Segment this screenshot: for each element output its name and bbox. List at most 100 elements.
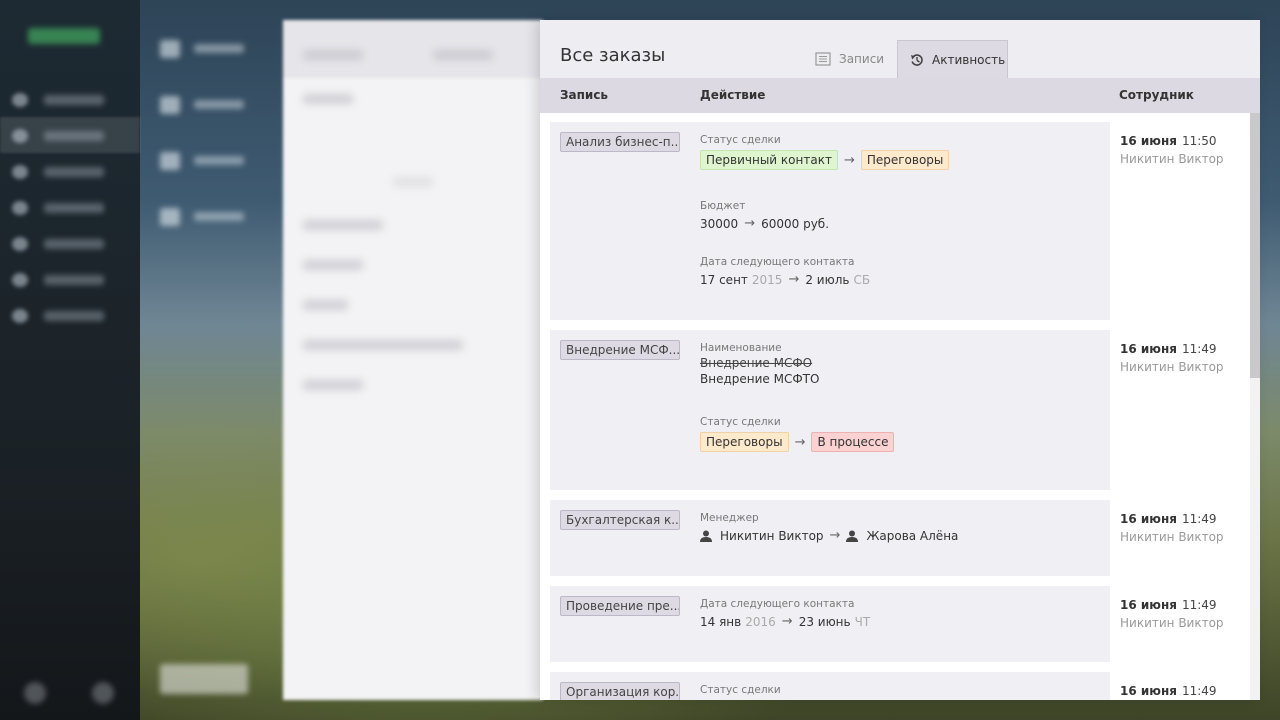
- change-budget: Бюджет 30000 → 60000 руб.: [700, 200, 829, 231]
- arrow-right-icon: →: [843, 152, 855, 168]
- arrow-right-icon: →: [788, 272, 800, 287]
- status-badge-from: Первичный контакт: [700, 150, 838, 170]
- field-label: Статус сделки: [700, 684, 781, 696]
- column-header-record: Запись: [560, 88, 609, 102]
- tab-records[interactable]: Записи: [815, 40, 884, 78]
- blurred-section-item: [160, 40, 250, 58]
- old-manager: Никитин Виктор: [720, 528, 824, 543]
- blurred-nav-item: [12, 273, 112, 287]
- entry-date: 16 июня: [1120, 598, 1177, 612]
- blurred-logo: [28, 28, 100, 44]
- activity-entry: Бухгалтерская к... Менеджер Никитин Викт…: [550, 500, 1110, 576]
- new-value: 60000 руб.: [761, 216, 830, 231]
- blurred-bottom-button: [24, 682, 46, 704]
- column-header-employee: Сотрудник: [1119, 88, 1194, 102]
- activity-list: Анализ бизнес-п... Статус сделки Первичн…: [540, 113, 1250, 700]
- blurred-nav-item: [12, 237, 112, 251]
- blurred-nav-item: [12, 309, 112, 323]
- entry-time: 11:49: [1181, 684, 1217, 698]
- old-date: 17 сент: [700, 272, 748, 287]
- scrollbar-thumb[interactable]: [1250, 113, 1260, 378]
- new-name: Внедрение МСФТО: [700, 372, 820, 386]
- column-header-action: Действие: [700, 88, 766, 102]
- change-status: Статус сделки: [700, 684, 781, 696]
- blurred-nav-item: [12, 129, 112, 143]
- entry-date: 16 июня: [1120, 342, 1177, 356]
- blurred-nav-item: [12, 93, 112, 107]
- entry-meta: 16 июня 11:49: [1120, 684, 1217, 698]
- entry-employee[interactable]: Никитин Виктор: [1120, 360, 1224, 374]
- field-label: Статус сделки: [700, 416, 781, 428]
- new-date-weekday: ЧТ: [854, 614, 871, 629]
- record-link[interactable]: Бухгалтерская к...: [560, 510, 680, 530]
- new-date: 2 июль: [805, 272, 850, 287]
- entry-time: 11:50: [1181, 134, 1217, 148]
- change-next-contact: Дата следующего контакта 14 янв 2016 → 2…: [700, 598, 870, 629]
- field-label: Наименование: [700, 342, 782, 354]
- blurred-input: [160, 664, 248, 694]
- entry-employee[interactable]: Никитин Виктор: [1120, 152, 1224, 166]
- field-label: Статус сделки: [700, 134, 781, 146]
- panel-header: Все заказы Записи Активность: [540, 20, 1260, 79]
- new-date-weekday: СБ: [853, 272, 871, 287]
- blurred-section-item: [160, 208, 250, 226]
- tab-activity[interactable]: Активность: [897, 40, 1008, 78]
- field-label: Бюджет: [700, 200, 746, 212]
- entry-date: 16 июня: [1120, 684, 1177, 698]
- arrow-right-icon: →: [781, 614, 793, 629]
- entry-meta: 16 июня 11:49 Никитин Виктор: [1120, 512, 1224, 544]
- change-status: Статус сделки Переговоры → В процессе: [700, 416, 895, 452]
- user-icon: [846, 530, 859, 542]
- entry-date: 16 июня: [1120, 512, 1177, 526]
- old-value: 30000: [700, 216, 739, 231]
- activity-entry: Организация кор... Статус сделки: [550, 672, 1110, 700]
- old-date-year: 2016: [745, 614, 776, 629]
- blurred-bottom-button: [92, 682, 114, 704]
- activity-entry: Анализ бизнес-п... Статус сделки Первичн…: [550, 122, 1110, 320]
- tab-activity-label: Активность: [932, 52, 1006, 67]
- entry-meta: 16 июня 11:50 Никитин Виктор: [1120, 134, 1224, 166]
- scrollbar[interactable]: [1250, 113, 1260, 700]
- page-title: Все заказы: [560, 45, 666, 66]
- field-label: Менеджер: [700, 512, 759, 524]
- blurred-section-item: [160, 96, 250, 114]
- record-link[interactable]: Анализ бизнес-п...: [560, 132, 680, 152]
- field-label: Дата следующего контакта: [700, 256, 855, 268]
- change-name: Наименование Внедрение МСФО Внедрение МС…: [700, 342, 819, 386]
- blurred-section-item: [160, 152, 250, 170]
- change-status: Статус сделки Первичный контакт → Перего…: [700, 134, 950, 170]
- record-link[interactable]: Внедрение МСФ...: [560, 340, 680, 360]
- entry-date: 16 июня: [1120, 134, 1177, 148]
- activity-entry: Внедрение МСФ... Наименование Внедрение …: [550, 330, 1110, 490]
- status-badge-to: Переговоры: [860, 150, 950, 170]
- new-date: 23 июнь: [798, 614, 851, 629]
- entry-time: 11:49: [1181, 512, 1217, 526]
- record-link[interactable]: Проведение пре...: [560, 596, 680, 616]
- status-badge-from: Переговоры: [700, 432, 789, 452]
- blurred-nav-item: [12, 201, 112, 215]
- field-label: Дата следующего контакта: [700, 598, 855, 610]
- orders-activity-panel: Все заказы Записи Активность Запись Дейс…: [540, 20, 1260, 700]
- entry-meta: 16 июня 11:49 Никитин Виктор: [1120, 598, 1224, 630]
- change-next-contact: Дата следующего контакта 17 сент 2015 → …: [700, 256, 870, 287]
- arrow-right-icon: →: [829, 528, 841, 543]
- change-manager: Менеджер Никитин Виктор → Жарова Алёна: [700, 512, 958, 543]
- blurred-app-sidebar: [0, 0, 140, 720]
- old-date: 14 янв: [700, 614, 742, 629]
- entry-time: 11:49: [1181, 598, 1217, 612]
- history-icon: [911, 53, 923, 66]
- arrow-right-icon: →: [744, 216, 756, 231]
- blurred-filter-panel: [283, 20, 543, 700]
- entry-time: 11:49: [1181, 342, 1217, 356]
- entry-employee[interactable]: Никитин Виктор: [1120, 616, 1224, 630]
- old-name: Внедрение МСФО: [700, 356, 813, 370]
- tab-records-label: Записи: [839, 52, 885, 66]
- user-icon: [700, 530, 712, 542]
- status-badge-to: В процессе: [811, 432, 895, 452]
- entry-employee[interactable]: Никитин Виктор: [1120, 530, 1224, 544]
- column-header-row: Запись Действие Сотрудник: [540, 78, 1260, 113]
- arrow-right-icon: →: [794, 434, 806, 450]
- entry-meta: 16 июня 11:49 Никитин Виктор: [1120, 342, 1224, 374]
- record-link[interactable]: Организация кор...: [560, 682, 680, 700]
- activity-entry: Проведение пре... Дата следующего контак…: [550, 586, 1110, 662]
